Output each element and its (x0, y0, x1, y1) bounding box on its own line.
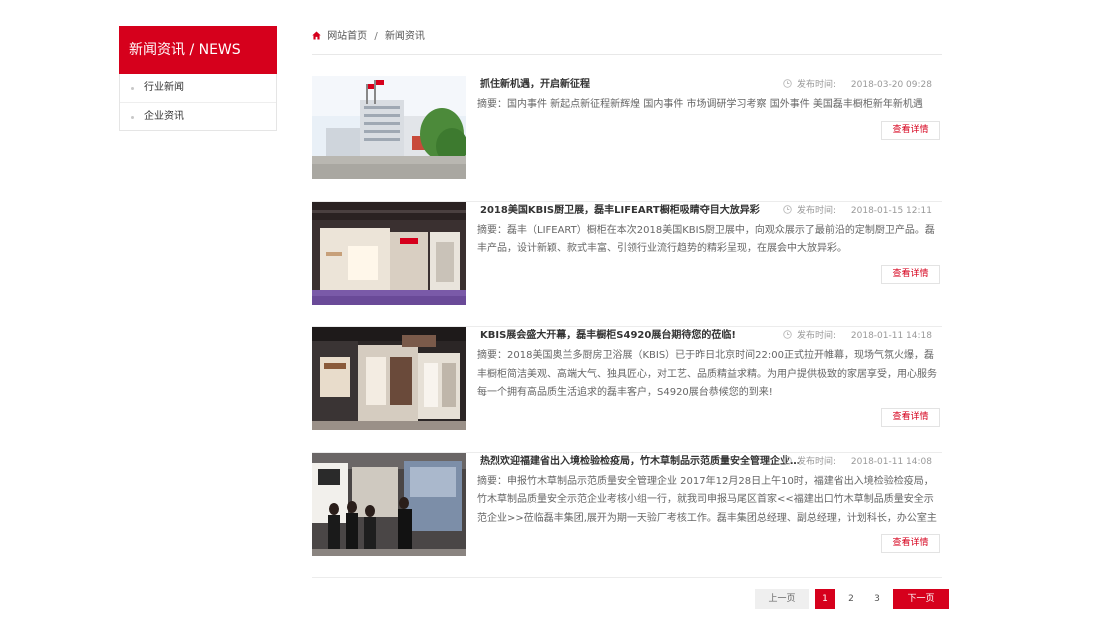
date-label: 发布时间: (796, 80, 837, 90)
view-details-button[interactable]: 查看详情 (881, 533, 940, 553)
exhibition-booth-photo (312, 201, 466, 305)
news-thumbnail[interactable] (312, 452, 466, 556)
news-summary: 摘要：磊丰（LIFEART）橱柜在本次2018美国KBIS厨卫展中，向观众展示了… (477, 224, 935, 255)
clock-icon (783, 79, 792, 88)
news-title[interactable]: KBIS展会盛大开幕，磊丰橱柜S4920展台期待您的莅临! (480, 329, 800, 343)
news-thumbnail[interactable] (312, 327, 466, 430)
visitors-group-photo (312, 452, 466, 556)
page-1-button[interactable]: 1 (815, 589, 835, 609)
date-value: 2018-03-20 09:28 (850, 80, 932, 90)
sidebar-item-label: 企业资讯 (144, 111, 184, 122)
page-3-button[interactable]: 3 (867, 589, 887, 609)
news-thumbnail[interactable] (312, 201, 466, 305)
sidebar-menu: 行业新闻 企业资讯 (119, 74, 277, 131)
page-2-button[interactable]: 2 (841, 589, 861, 609)
news-date: 发布时间: 2018-01-15 12:11 (783, 204, 932, 218)
view-details-button[interactable]: 查看详情 (881, 408, 940, 427)
news-title[interactable]: 2018美国KBIS厨卫展，磊丰LIFEART橱柜吸睛夺目大放异彩 (480, 204, 800, 218)
news-date: 发布时间: 2018-01-11 14:18 (783, 329, 932, 343)
sidebar-title: 新闻资讯 / NEWS (119, 26, 277, 74)
news-item: 2018美国KBIS厨卫展，磊丰LIFEART橱柜吸睛夺目大放异彩 发布时间: … (312, 201, 942, 327)
news-item: KBIS展会盛大开幕，磊丰橱柜S4920展台期待您的莅临! 发布时间: 2018… (312, 327, 942, 453)
news-summary: 摘要：申报竹木草制品示范质量安全管理企业 2017年12月28日上午10时，福建… (477, 475, 937, 524)
date-label: 发布时间: (796, 205, 837, 216)
news-date: 发布时间: 2018-01-11 14:08 (783, 455, 932, 469)
breadcrumb: 网站首页 / 新闻资讯 (312, 30, 942, 55)
prev-page-button[interactable]: 上一页 (755, 589, 809, 609)
view-details-button[interactable]: 查看详情 (881, 121, 940, 140)
sidebar-item-label: 行业新闻 (144, 82, 184, 93)
sidebar-item-industry-news[interactable]: 行业新闻 (120, 74, 276, 102)
news-title[interactable]: 抓住新机遇，开启新征程 (480, 78, 800, 92)
clock-icon (783, 204, 792, 214)
news-item: 热烈欢迎福建省出入境检验检疫局，竹木草制品示范质量安全管理企业考... 发布时间… (312, 452, 942, 578)
news-thumbnail[interactable] (312, 76, 466, 179)
sidebar-item-company-news[interactable]: 企业资讯 (120, 102, 276, 130)
date-label: 发布时间: (796, 331, 837, 341)
home-icon (312, 31, 321, 40)
breadcrumb-home-link[interactable]: 网站首页 (327, 31, 367, 42)
sidebar: 新闻资讯 / NEWS 行业新闻 企业资讯 (119, 26, 277, 131)
date-value: 2018-01-11 14:08 (850, 456, 932, 467)
date-label: 发布时间: (796, 456, 837, 467)
breadcrumb-separator: / (374, 31, 378, 42)
date-value: 2018-01-11 14:18 (850, 331, 932, 341)
news-list: 抓住新机遇，开启新征程 发布时间: 2018-03-20 09:28 摘要：国内… (312, 76, 942, 578)
bullet-icon (131, 116, 134, 119)
date-value: 2018-01-15 12:11 (850, 205, 932, 216)
news-summary: 摘要：国内事件 新起点新征程新辉煌 国内事件 市场调研学习考察 国外事件 美国磊… (477, 99, 923, 110)
breadcrumb-current: 新闻资讯 (384, 31, 425, 42)
next-page-button[interactable]: 下一页 (893, 589, 949, 609)
factory-building-photo (312, 76, 466, 179)
pagination: 上一页 1 2 3 下一页 (755, 589, 949, 609)
view-details-button[interactable]: 查看详情 (881, 264, 940, 284)
booth-interior-photo (312, 327, 466, 430)
news-summary: 摘要：2018美国奥兰多厨房卫浴展（KBIS）已于昨日北京时间22:00正式拉开… (477, 350, 937, 398)
news-item: 抓住新机遇，开启新征程 发布时间: 2018-03-20 09:28 摘要：国内… (312, 76, 942, 202)
news-date: 发布时间: 2018-03-20 09:28 (783, 78, 932, 92)
clock-icon (783, 455, 792, 465)
bullet-icon (131, 87, 134, 90)
news-title[interactable]: 热烈欢迎福建省出入境检验检疫局，竹木草制品示范质量安全管理企业考... (480, 455, 800, 469)
clock-icon (783, 330, 792, 339)
